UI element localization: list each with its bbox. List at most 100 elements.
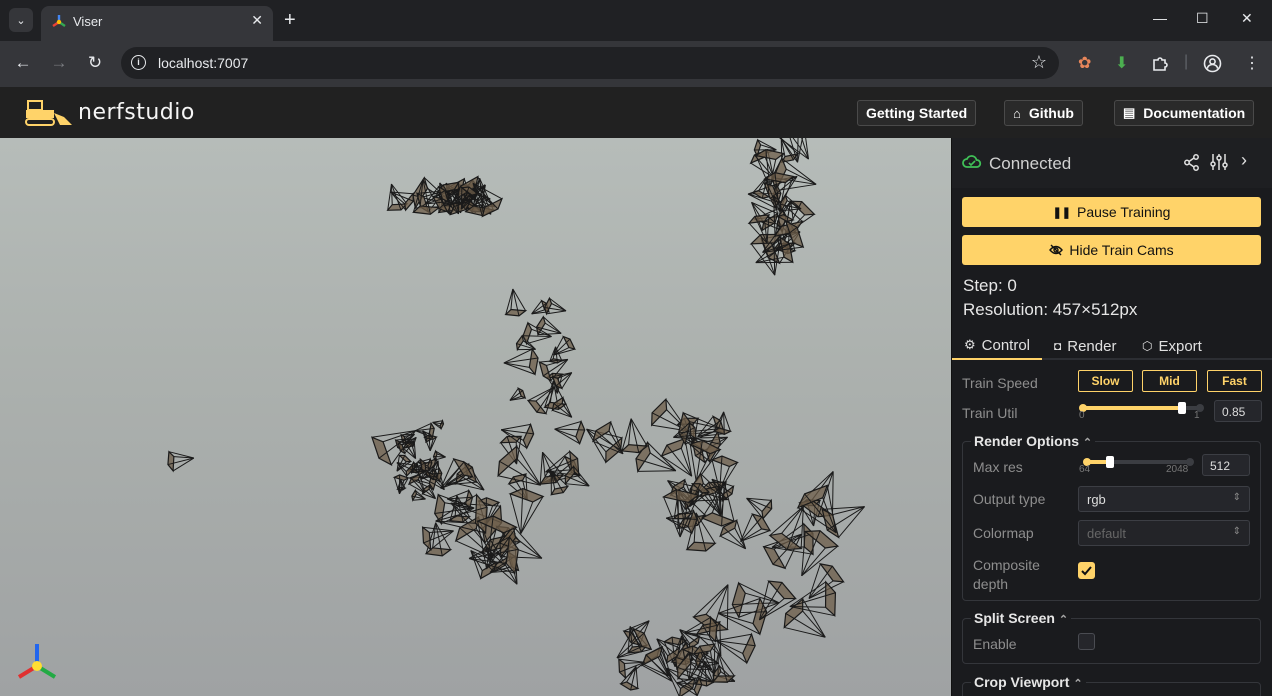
forward-arrow-icon[interactable]: → [48, 53, 70, 73]
documentation-label: Documentation [1143, 105, 1246, 121]
camera-frustum [535, 315, 562, 337]
tab-list-button[interactable]: ⌄ [9, 8, 33, 32]
colormap-label: Colormap [973, 525, 1034, 541]
url-text: localhost:7007 [158, 55, 249, 71]
train-util-label: Train Util [962, 405, 1018, 421]
3d-viewport[interactable] [0, 138, 951, 696]
bulldozer-logo-icon [25, 100, 72, 126]
back-arrow-icon[interactable]: ← [12, 53, 34, 73]
chevron-down-icon: ⌄ [16, 14, 26, 27]
new-tab-button[interactable]: + [284, 8, 296, 32]
output-type-value: rgb [1087, 492, 1106, 507]
control-panel: Connected › ❚❚ Pause Training Hide Train… [951, 138, 1272, 696]
profile-avatar-icon[interactable] [1203, 54, 1222, 73]
download-extension-icon[interactable]: ⬇ [1115, 53, 1128, 73]
package-icon: ⬡ [1142, 339, 1153, 353]
step-readout: Step: 0 [963, 276, 1017, 295]
tab-title: Viser [73, 14, 103, 29]
browser-tab[interactable]: Viser ✕ [41, 6, 273, 41]
camera-frustum [740, 513, 772, 542]
camera-frustum [432, 449, 446, 462]
enable-label: Enable [973, 636, 1017, 652]
max-res-thumb[interactable] [1105, 456, 1114, 468]
nerfstudio-logo[interactable]: nerfstudio [24, 97, 195, 127]
tab-render[interactable]: ◘ Render [1054, 332, 1116, 360]
split-screen-legend[interactable]: Split Screen ⌃ [971, 610, 1072, 626]
speed-slow-button[interactable]: Slow [1078, 370, 1133, 392]
camera-frustum [423, 434, 438, 452]
connection-status: Connected [989, 154, 1072, 173]
pause-training-button[interactable]: ❚❚ Pause Training [962, 197, 1261, 227]
logo-text: nerfstudio [78, 99, 195, 125]
select-chevron-icon: ⇕ [1232, 492, 1241, 503]
bookmark-star-icon[interactable]: ☆ [1031, 52, 1047, 73]
chevron-right-icon[interactable]: › [1241, 150, 1247, 171]
camera-frustum [504, 288, 528, 317]
train-util-min-tick: 0 [1079, 410, 1085, 421]
address-bar[interactable]: i localhost:7007 ☆ [121, 47, 1059, 79]
camera-frustum [503, 347, 539, 376]
axes-gizmo-icon [17, 644, 57, 679]
render-options-legend[interactable]: Render Options ⌃ [971, 433, 1096, 449]
camera-frustum [821, 506, 865, 539]
tab-control-label: Control [981, 336, 1031, 354]
pause-training-label: Pause Training [1077, 204, 1171, 220]
cookie-extension-icon[interactable]: ✿ [1078, 53, 1091, 73]
camera-frustum [711, 652, 736, 683]
share-icon[interactable] [1183, 154, 1200, 171]
viser-favicon-icon [52, 15, 66, 27]
colormap-select[interactable]: default ⇕ [1078, 520, 1250, 546]
document-icon: ▤ [1123, 105, 1136, 120]
documentation-button[interactable]: ▤ Documentation [1114, 100, 1255, 126]
train-util-thumb[interactable] [1178, 402, 1187, 414]
camera-frustum [543, 296, 567, 316]
camera-frustum [618, 657, 645, 680]
composite-depth-checkbox[interactable] [1078, 562, 1095, 579]
chevron-up-icon: ⌃ [1073, 678, 1083, 690]
crop-viewport-group: Crop Viewport ⌃ [962, 674, 1261, 696]
colormap-value: default [1087, 526, 1127, 541]
eye-off-icon [1049, 244, 1064, 256]
getting-started-button[interactable]: Getting Started [857, 100, 977, 126]
browser-tab-bar: ⌄ Viser ✕ + — ☐ ✕ [0, 0, 1272, 41]
tab-export[interactable]: ⬡ Export [1142, 332, 1202, 360]
extensions-puzzle-icon[interactable] [1151, 54, 1169, 72]
camera-icon: ◘ [1054, 339, 1062, 353]
max-res-input[interactable]: 512 [1202, 454, 1250, 476]
resolution-readout: Resolution: 457×512px [963, 300, 1138, 319]
getting-started-label: Getting Started [866, 105, 968, 121]
max-res-min-tick: 64 [1079, 464, 1091, 475]
speed-mid-button[interactable]: Mid [1142, 370, 1197, 392]
train-speed-label: Train Speed [962, 375, 1038, 391]
camera-frustum [553, 335, 576, 356]
camera-frustum [783, 597, 826, 638]
camera-frustum [620, 418, 649, 454]
maximize-button[interactable]: ☐ [1196, 10, 1209, 27]
pause-icon: ❚❚ [1052, 206, 1072, 219]
minimize-button[interactable]: — [1153, 10, 1167, 26]
settings-sliders-icon[interactable] [1210, 153, 1228, 171]
tab-close-icon[interactable]: ✕ [251, 12, 263, 29]
train-util-input[interactable]: 0.85 [1214, 400, 1262, 422]
hide-train-cams-button[interactable]: Hide Train Cams [962, 235, 1261, 265]
chevron-up-icon: ⌃ [1058, 614, 1069, 626]
checkmark-icon [1081, 566, 1092, 576]
composite-depth-label: Composite depth [973, 557, 1040, 592]
output-type-select[interactable]: rgb ⇕ [1078, 486, 1250, 512]
speed-fast-button[interactable]: Fast [1207, 370, 1262, 392]
render-options-title: Render Options [974, 433, 1080, 449]
browser-menu-icon[interactable]: ⋮ [1244, 53, 1260, 73]
train-util-max-tick: 1 [1194, 410, 1200, 421]
site-info-icon[interactable]: i [131, 55, 146, 70]
crop-viewport-legend[interactable]: Crop Viewport ⌃ [971, 674, 1086, 690]
hide-train-cams-label: Hide Train Cams [1069, 242, 1174, 258]
close-window-button[interactable]: ✕ [1241, 10, 1253, 27]
tab-control[interactable]: ⚙ Control [952, 332, 1043, 360]
output-type-label: Output type [973, 491, 1046, 507]
github-button[interactable]: ⌂ Github [1004, 100, 1083, 126]
reload-icon[interactable]: ↻ [84, 53, 106, 73]
split-screen-enable-checkbox[interactable] [1078, 633, 1095, 650]
app-header: nerfstudio Getting Started ⌂ Github ▤ Do… [0, 87, 1272, 138]
browser-toolbar: ← → ↻ i localhost:7007 ☆ ✿ ⬇ | ⋮ [0, 41, 1272, 87]
github-label: Github [1028, 105, 1074, 121]
